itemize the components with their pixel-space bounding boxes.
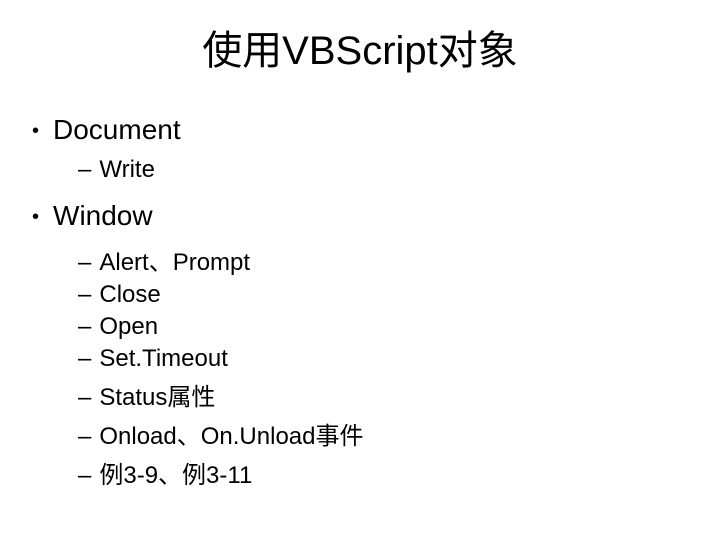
bullet-icon: • (32, 207, 39, 227)
bullet-icon: • (32, 121, 39, 141)
dash-icon: – (78, 384, 91, 412)
dash-icon: – (78, 156, 91, 184)
list-item-label: 例3-9、例3-11 (99, 455, 252, 490)
dash-icon: – (78, 281, 91, 309)
list-item-label: Alert、Prompt (99, 242, 250, 277)
list-item: • Window (0, 200, 720, 232)
slide-title: 使用VBScript对象 (0, 18, 720, 76)
dash-icon: – (78, 313, 91, 341)
dash-icon: – (78, 345, 91, 373)
list-item: – Alert、Prompt (0, 242, 720, 277)
dash-icon: – (78, 249, 91, 277)
list-item-label: Window (53, 200, 153, 232)
list-item: – Write (0, 156, 720, 184)
list-item: • Document (0, 114, 720, 146)
list-item: – Status属性 (0, 377, 720, 412)
list-item-label: Onload、On.Unload事件 (99, 416, 363, 451)
list-item-label: Write (99, 156, 155, 184)
dash-icon: – (78, 423, 91, 451)
list-item: – Close (0, 281, 720, 309)
list-item: – Open (0, 313, 720, 341)
list-item-label: Open (99, 313, 158, 341)
list-item: – Set.Timeout (0, 345, 720, 373)
list-item-label: Set.Timeout (99, 345, 228, 373)
list-item-label: Document (53, 114, 181, 146)
list-item: – Onload、On.Unload事件 (0, 416, 720, 451)
dash-icon: – (78, 462, 91, 490)
list-item-label: Close (99, 281, 160, 309)
list-item: – 例3-9、例3-11 (0, 455, 720, 490)
list-item-label: Status属性 (99, 377, 215, 412)
